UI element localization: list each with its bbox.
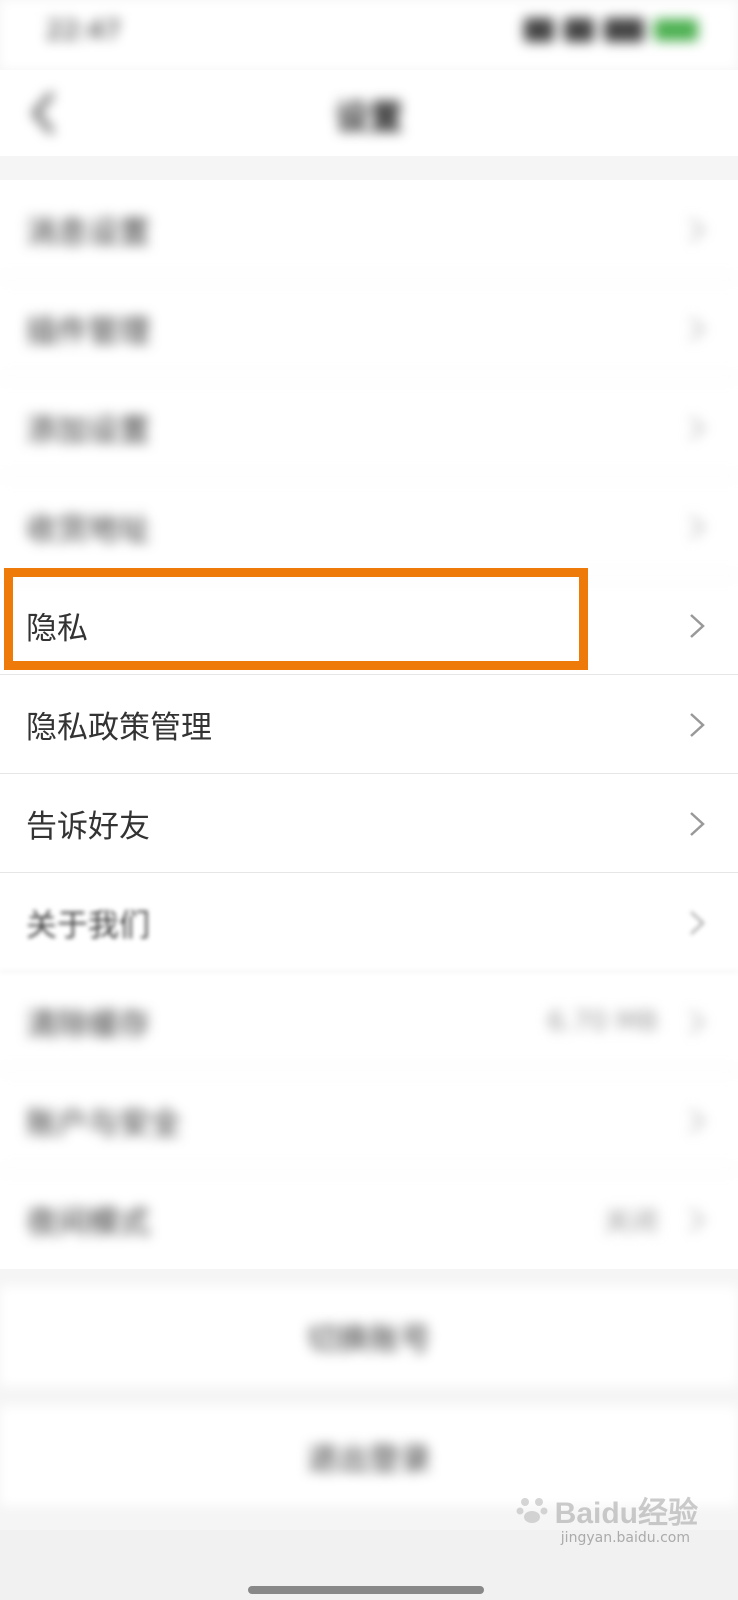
signal-icon — [604, 18, 644, 42]
settings-row-clear-cache[interactable]: 清除缓存 6.70 MB — [0, 972, 738, 1071]
settings-row-tell-friends[interactable]: 告诉好友 — [0, 774, 738, 873]
settings-row-account-security[interactable]: 账户与安全 — [0, 1071, 738, 1170]
row-label: 夜间模式 — [26, 1205, 150, 1241]
settings-row-night-mode[interactable]: 夜间模式 关闭 — [0, 1170, 738, 1269]
chevron-right-icon — [690, 218, 705, 242]
watermark-url: jingyan.baidu.com — [560, 1530, 690, 1546]
row-label: 收货地址 — [26, 511, 150, 548]
chevron-right-icon — [690, 515, 705, 539]
settings-row-privacy-policy[interactable]: 隐私政策管理 — [0, 675, 738, 774]
settings-row-address[interactable]: 收货地址 — [0, 477, 738, 576]
row-label: 清除缓存 — [26, 1006, 150, 1043]
chevron-right-icon — [690, 1010, 705, 1034]
page-title: 设置 — [335, 98, 403, 138]
row-label: 隐私 — [26, 610, 88, 647]
settings-row-about[interactable]: 关于我们 — [0, 873, 738, 972]
switch-account-button[interactable]: 切换账号 — [0, 1286, 738, 1386]
cache-size: 6.70 MB — [547, 1005, 658, 1037]
row-label: 插件管理 — [26, 313, 150, 350]
chevron-right-icon — [690, 416, 705, 440]
switch-account-label: 切换账号 — [307, 1321, 431, 1358]
settings-list: 消息设置 插件管理 添加设置 收货地址 隐私 隐私政策管理 告诉好友 关于我们 … — [0, 180, 738, 1269]
row-label: 添加设置 — [26, 412, 150, 449]
chevron-right-icon — [690, 614, 705, 638]
chevron-right-icon — [690, 911, 705, 935]
row-label: 告诉好友 — [26, 808, 150, 845]
battery-icon — [654, 19, 698, 41]
chevron-right-icon — [690, 1208, 705, 1232]
row-label: 账户与安全 — [26, 1105, 181, 1142]
status-icons — [524, 18, 698, 42]
watermark-brand: Baidu经验 — [554, 1497, 698, 1530]
row-label: 关于我们 — [26, 907, 150, 944]
settings-row-privacy[interactable]: 隐私 — [0, 576, 738, 675]
nav-bar: 设置 — [0, 70, 738, 156]
home-indicator[interactable] — [248, 1586, 484, 1594]
baidu-watermark: Baidu经验 — [515, 1488, 698, 1532]
settings-row-plugins[interactable]: 插件管理 — [0, 279, 738, 378]
night-mode-value: 关闭 — [604, 1207, 658, 1238]
settings-row-add[interactable]: 添加设置 — [0, 378, 738, 477]
nfc-icon — [524, 18, 554, 42]
paw-icon — [516, 1498, 548, 1523]
chevron-right-icon — [690, 317, 705, 341]
chevron-right-icon — [690, 1109, 705, 1133]
row-label: 消息设置 — [26, 214, 150, 251]
chevron-right-icon — [690, 713, 705, 737]
status-bar: 22:47 — [0, 0, 738, 70]
row-label: 隐私政策管理 — [26, 709, 212, 746]
chevron-right-icon — [690, 812, 705, 836]
settings-row-message[interactable]: 消息设置 — [0, 180, 738, 279]
status-time: 22:47 — [46, 16, 121, 46]
wifi-icon — [564, 18, 594, 42]
logout-label: 退出登录 — [307, 1441, 431, 1478]
